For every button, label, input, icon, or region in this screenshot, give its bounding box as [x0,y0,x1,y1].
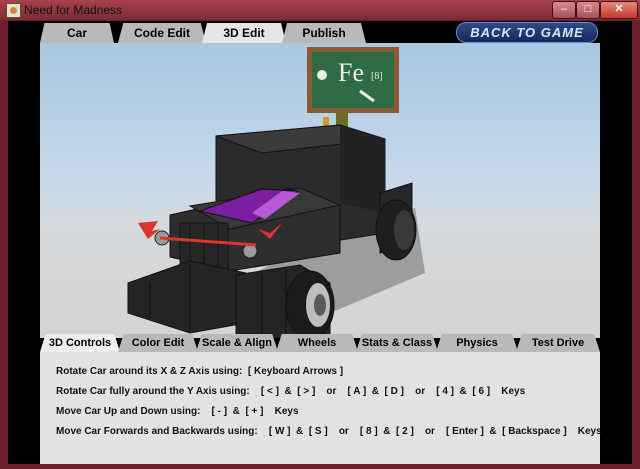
window-title: Need for Madness [24,3,123,17]
app-window: Need for Madness ‒ □ ✕ Car Code Edit 3D … [0,0,640,469]
close-button[interactable]: ✕ [600,1,638,19]
control-line-rotate-y: Rotate Car fully around the Y Axis using… [56,386,526,397]
tab-wheels[interactable]: Wheels [276,334,358,352]
control-line-rotate-xz: Rotate Car around its X & Z Axis using: … [56,366,344,377]
tab-color-edit[interactable]: Color Edit [118,334,198,352]
tab-3d-edit[interactable]: 3D Edit [202,23,286,43]
car-model-render: Fe [8] [127,47,425,338]
control-line-move-forward: Move Car Forwards and Backwards using: [… [56,426,602,437]
tab-3d-controls[interactable]: 3D Controls [40,334,120,352]
tab-stats-class[interactable]: Stats & Class [356,334,438,352]
tab-test-drive[interactable]: Test Drive [516,334,600,352]
chalkboard-sign: Fe [8] [307,47,399,135]
back-to-game-button[interactable]: BACK TO GAME [456,22,598,43]
minimize-button[interactable]: ‒ [552,1,576,19]
control-line-move-updown: Move Car Up and Down using: [ - ] & [ + … [56,406,299,417]
tab-scale-align[interactable]: Scale & Align [196,334,278,352]
tab-car[interactable]: Car [40,23,114,43]
title-bar[interactable]: Need for Madness ‒ □ ✕ [0,0,640,20]
chalkboard-symbol: Fe [338,58,364,87]
java-app-icon [6,3,21,18]
tab-code-edit[interactable]: Code Edit [118,23,206,43]
tab-publish[interactable]: Publish [282,23,366,43]
chalkboard-subscript: [8] [371,71,383,82]
controls-panel: Rotate Car around its X & Z Axis using: … [40,352,602,464]
maximize-button[interactable]: □ [576,1,600,19]
bottom-tab-bar: 3D Controls Color Edit Scale & Align Whe… [40,334,600,352]
tab-physics[interactable]: Physics [436,334,518,352]
client-area: Car Code Edit 3D Edit Publish BACK TO GA… [8,21,632,464]
3d-viewport[interactable]: Fe [8] [40,43,600,338]
